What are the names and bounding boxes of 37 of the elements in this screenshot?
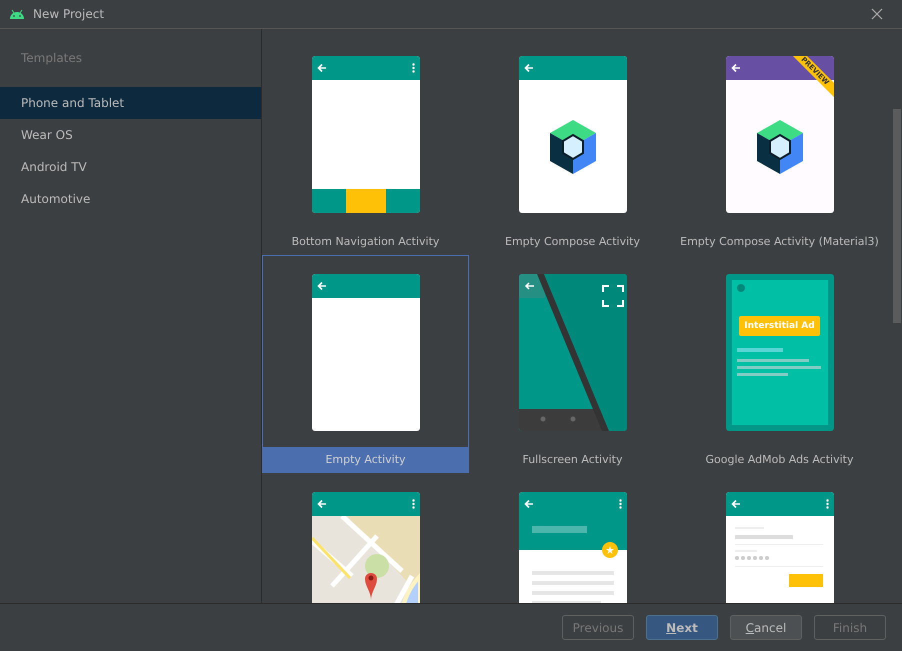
sidebar-heading: Templates [20, 51, 84, 67]
hexagon-logo-icon [548, 118, 598, 174]
template-label: Empty Activity [263, 447, 468, 472]
more-icon [618, 499, 622, 509]
back-arrow-icon [730, 499, 740, 509]
more-icon [412, 499, 414, 509]
dot-icon [736, 284, 744, 292]
template-tile[interactable]: Empty Activity [262, 255, 469, 473]
more-icon [412, 63, 414, 73]
template-label: Bottom Navigation Activity [290, 234, 440, 250]
sidebar-item[interactable]: Automotive [0, 183, 261, 215]
back-arrow-icon [316, 499, 326, 509]
close-icon[interactable] [871, 8, 883, 20]
template-tile[interactable]: Bottom Navigation Activity [262, 37, 469, 255]
scrollbar-thumb[interactable] [893, 109, 901, 323]
back-arrow-icon [316, 281, 326, 291]
ad-label: Interstitial Ad [739, 316, 820, 336]
back-arrow-icon [524, 499, 534, 509]
dialog-button[interactable]: Cancel [730, 615, 802, 640]
android-logo-icon [9, 9, 25, 19]
dialog-button[interactable]: Next [646, 615, 718, 640]
back-arrow-icon [316, 63, 326, 73]
window-title: New Project [33, 7, 106, 21]
template-label: Google AdMob Ads Activity [704, 452, 854, 468]
more-icon [826, 499, 828, 509]
hexagon-logo-icon [754, 118, 804, 174]
template-label: Empty Compose Activity (Material3) [679, 234, 880, 250]
template-tile[interactable]: Interstitial Ad Google AdMob Ads Activity [676, 255, 883, 473]
template-tile[interactable]: Fullscreen Activity [469, 255, 676, 473]
back-arrow-icon [730, 63, 740, 73]
sidebar-item[interactable]: Android TV [0, 151, 261, 183]
sidebar-item[interactable]: Wear OS [0, 119, 261, 151]
template-label: Empty Compose Activity [504, 234, 641, 250]
back-arrow-icon [524, 63, 534, 73]
template-label: Fullscreen Activity [521, 452, 624, 468]
template-tile[interactable]: Empty Compose Activity [469, 37, 676, 255]
sidebar-item[interactable]: Phone and Tablet [0, 87, 261, 119]
